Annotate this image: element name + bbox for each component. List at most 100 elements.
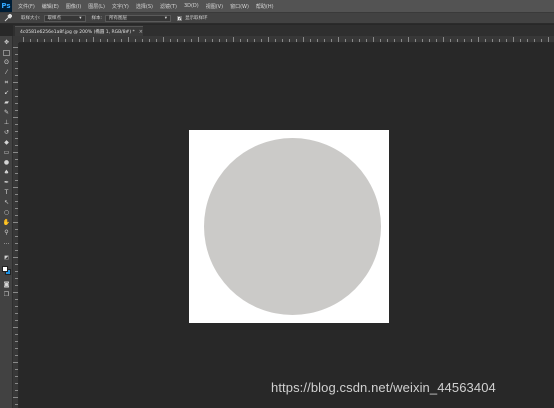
ruler-tick xyxy=(15,166,18,167)
default-colors-icon[interactable]: ◩ xyxy=(2,254,11,263)
ruler-tick xyxy=(58,37,59,42)
gradient-tool-icon[interactable]: ▭ xyxy=(2,148,11,157)
more-tools-icon[interactable]: ··· xyxy=(2,240,11,249)
close-icon[interactable]: × xyxy=(139,29,143,35)
ruler-tick xyxy=(345,39,346,42)
menu-help[interactable]: 帮助(H) xyxy=(256,3,274,10)
shape-tool-icon[interactable]: ○ xyxy=(2,208,11,217)
clone-stamp-tool-icon[interactable]: ⊥ xyxy=(2,118,11,127)
menu-view[interactable]: 视图(V) xyxy=(206,3,223,10)
chevron-down-icon: ▾ xyxy=(164,15,168,21)
eyedropper-icon[interactable] xyxy=(3,13,13,23)
ruler-tick xyxy=(23,37,24,42)
quick-mask-icon[interactable]: ◙ xyxy=(2,280,11,289)
ruler-tick xyxy=(289,39,290,42)
ruler-tick xyxy=(15,250,18,251)
ruler-tick xyxy=(15,208,18,209)
ruler-tick xyxy=(15,348,18,349)
marquee-tool-icon[interactable] xyxy=(2,48,11,57)
ruler-tick xyxy=(114,39,115,42)
canvas-workspace[interactable] xyxy=(19,43,554,408)
brush-tool-icon[interactable]: ✎ xyxy=(2,108,11,117)
ruler-tick xyxy=(15,138,18,139)
menu-file[interactable]: 文件(F) xyxy=(18,3,35,10)
ruler-tick xyxy=(13,82,18,83)
ruler-tick xyxy=(296,39,297,42)
move-tool-icon[interactable]: ✥ xyxy=(2,38,11,47)
ruler-tick xyxy=(478,37,479,42)
ruler-tick xyxy=(177,39,178,42)
document-canvas[interactable] xyxy=(189,130,389,323)
ruler-tick xyxy=(15,306,18,307)
ruler-tick xyxy=(331,39,332,42)
show-ring-checkbox[interactable]: ✓ xyxy=(177,15,182,21)
ruler-tick xyxy=(457,39,458,42)
sample-size-value: 取样点 xyxy=(47,16,62,21)
ruler-tick xyxy=(15,243,18,244)
ruler-tick xyxy=(15,229,18,230)
ellipse-shape[interactable] xyxy=(204,138,381,315)
ruler-tick xyxy=(13,47,18,48)
ruler-tick xyxy=(44,39,45,42)
menu-filter[interactable]: 滤镜(T) xyxy=(160,3,177,10)
eraser-tool-icon[interactable]: ◆ xyxy=(2,138,11,147)
menu-window[interactable]: 窗口(W) xyxy=(230,3,249,10)
ruler-tick xyxy=(15,89,18,90)
menu-layer[interactable]: 图层(L) xyxy=(88,3,105,10)
ruler-tick xyxy=(387,39,388,42)
ruler-tick xyxy=(534,39,535,42)
lasso-tool-icon[interactable]: ʘ xyxy=(2,58,11,67)
blur-tool-icon[interactable]: ● xyxy=(2,158,11,167)
history-brush-tool-icon[interactable]: ↺ xyxy=(2,128,11,137)
ruler-tick xyxy=(15,236,18,237)
type-tool-icon[interactable]: T xyxy=(2,188,11,197)
sample-size-select[interactable]: 取样点 ▾ xyxy=(43,14,86,22)
ruler-tick xyxy=(282,39,283,42)
ruler-tick xyxy=(506,39,507,42)
watermark-text: https://blog.csdn.net/weixin_44563404 xyxy=(271,380,496,395)
document-tab[interactable]: 4c0581e6256e1a8f.jpg @ 200% (椭圆 1, RGB/8… xyxy=(15,26,143,36)
ruler-tick xyxy=(471,39,472,42)
menu-image[interactable]: 图像(I) xyxy=(66,3,81,10)
ruler-tick xyxy=(51,39,52,42)
document-tab-title: 4c0581e6256e1a8f.jpg @ 200% (椭圆 1, RGB/8… xyxy=(20,29,135,35)
dodge-tool-icon[interactable]: ♠ xyxy=(2,168,11,177)
pen-tool-icon[interactable]: ✒ xyxy=(2,178,11,187)
sample-value: 所有图层 xyxy=(109,16,128,21)
ruler-tick xyxy=(310,39,311,42)
tools-panel: ✥ ʘ ⁄ ⌗ ↙ ▰ ✎ ⊥ ↺ ◆ ▭ ● ♠ ✒ T ↖ ○ ✋ ⚲ ··… xyxy=(0,36,13,408)
ruler-tick xyxy=(15,383,18,384)
ruler-tick xyxy=(13,362,18,363)
document-tab-bar: 4c0581e6256e1a8f.jpg @ 200% (椭圆 1, RGB/8… xyxy=(13,25,554,36)
horizontal-ruler[interactable] xyxy=(19,36,554,43)
ruler-tick xyxy=(15,320,18,321)
magic-wand-tool-icon[interactable]: ⁄ xyxy=(2,68,11,77)
ruler-tick xyxy=(79,39,80,42)
crop-tool-icon[interactable]: ⌗ xyxy=(2,78,11,87)
ruler-tick xyxy=(15,194,18,195)
ruler-tick xyxy=(13,397,18,398)
ruler-tick xyxy=(429,39,430,42)
ruler-tick xyxy=(15,376,18,377)
menu-select[interactable]: 选择(S) xyxy=(136,3,153,10)
menu-type[interactable]: 文字(Y) xyxy=(112,3,129,10)
show-ring-label: 显示取样环 xyxy=(185,16,208,21)
zoom-tool-icon[interactable]: ⚲ xyxy=(2,228,11,237)
foreground-color-swatch[interactable] xyxy=(2,266,8,272)
eyedropper-tool-icon[interactable]: ↙ xyxy=(2,88,11,97)
menu-edit[interactable]: 编辑(E) xyxy=(42,3,59,10)
screen-mode-icon[interactable]: ❐ xyxy=(2,290,11,299)
hand-tool-icon[interactable]: ✋ xyxy=(2,218,11,227)
ruler-tick xyxy=(15,285,18,286)
ruler-tick xyxy=(443,37,444,42)
ruler-tick xyxy=(15,299,18,300)
ruler-tick xyxy=(128,37,129,42)
ruler-tick xyxy=(219,39,220,42)
menu-3d[interactable]: 3D(D) xyxy=(184,3,199,9)
ruler-tick xyxy=(15,124,18,125)
sample-select[interactable]: 所有图层 ▾ xyxy=(105,14,172,22)
ruler-tick xyxy=(37,39,38,42)
ruler-tick xyxy=(15,341,18,342)
healing-brush-tool-icon[interactable]: ▰ xyxy=(2,98,11,107)
path-selection-tool-icon[interactable]: ↖ xyxy=(2,198,11,207)
